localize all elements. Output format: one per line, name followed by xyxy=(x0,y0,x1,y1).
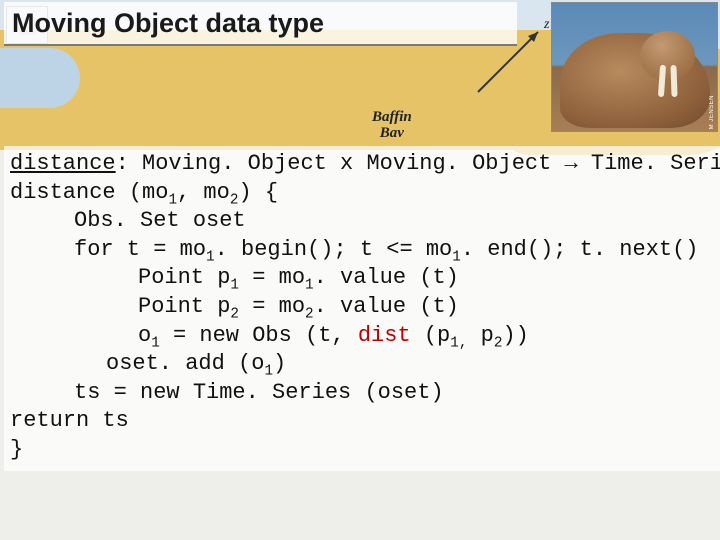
code-sub: 1 xyxy=(450,335,459,351)
map-label-baffin: Baffin Bav xyxy=(372,110,412,142)
code-l2b: , mo xyxy=(177,180,230,205)
code-sub: 1 xyxy=(452,249,461,265)
walrus-credit: M JENSEN xyxy=(709,95,715,129)
code-l6b: = mo xyxy=(239,294,305,319)
code-sub: 1 xyxy=(264,364,273,380)
code-l9: ts = new Time. Series (oset) xyxy=(10,379,444,408)
map-label-line1: Baffin xyxy=(372,109,412,125)
code-l7d: p xyxy=(467,323,493,348)
code-l8a: oset. add (o xyxy=(106,351,264,376)
code-l7a: o xyxy=(138,323,151,348)
title-bar: Moving Object data type xyxy=(4,2,517,46)
code-sub: 1 xyxy=(206,249,215,265)
code-sig-rest: : Moving. Object x Moving. Object → Time… xyxy=(116,151,720,176)
code-l2a: distance (mo xyxy=(10,180,168,205)
code-l7c: (p xyxy=(411,323,451,348)
map-label-line2: Bav xyxy=(380,125,404,141)
code-sub: 2 xyxy=(230,306,239,322)
code-l6c: . value (t) xyxy=(314,294,459,319)
code-l5c: . value (t) xyxy=(314,265,459,290)
map-ocean-sliver xyxy=(0,48,80,108)
code-l3: Obs. Set oset xyxy=(10,207,246,236)
code-l4b: . begin(); t <= mo xyxy=(215,237,453,262)
walrus-image: M JENSEN xyxy=(551,2,718,132)
code-l11: } xyxy=(10,437,23,462)
code-block: distance: Moving. Object x Moving. Objec… xyxy=(4,146,720,471)
code-l2c: ) { xyxy=(238,180,278,205)
walrus-head xyxy=(640,31,695,81)
code-l5b: = mo xyxy=(239,265,305,290)
code-sub: 1 xyxy=(151,335,160,351)
page-title: Moving Object data type xyxy=(12,8,324,39)
code-sub: 1 xyxy=(230,278,239,294)
code-l8b: ) xyxy=(273,351,286,376)
code-l6a: Point p xyxy=(138,294,230,319)
code-l7e: )) xyxy=(502,323,528,348)
code-l10: return ts xyxy=(10,408,129,433)
code-sig-name: distance xyxy=(10,151,116,176)
code-sub: 1 xyxy=(305,278,314,294)
code-sub: 2 xyxy=(305,306,314,322)
code-sub: 1 xyxy=(168,192,177,208)
slide: Baffin Bav z Moving Object data type M J… xyxy=(0,0,720,540)
code-l4c: . end(); t. next() xyxy=(461,237,699,262)
walrus-tusk-2 xyxy=(670,65,677,97)
code-l7b: = new Obs (t, xyxy=(160,323,358,348)
code-l4a: for t = mo xyxy=(74,237,206,262)
code-l7-kw: dist xyxy=(358,323,411,348)
code-l5a: Point p xyxy=(138,265,230,290)
